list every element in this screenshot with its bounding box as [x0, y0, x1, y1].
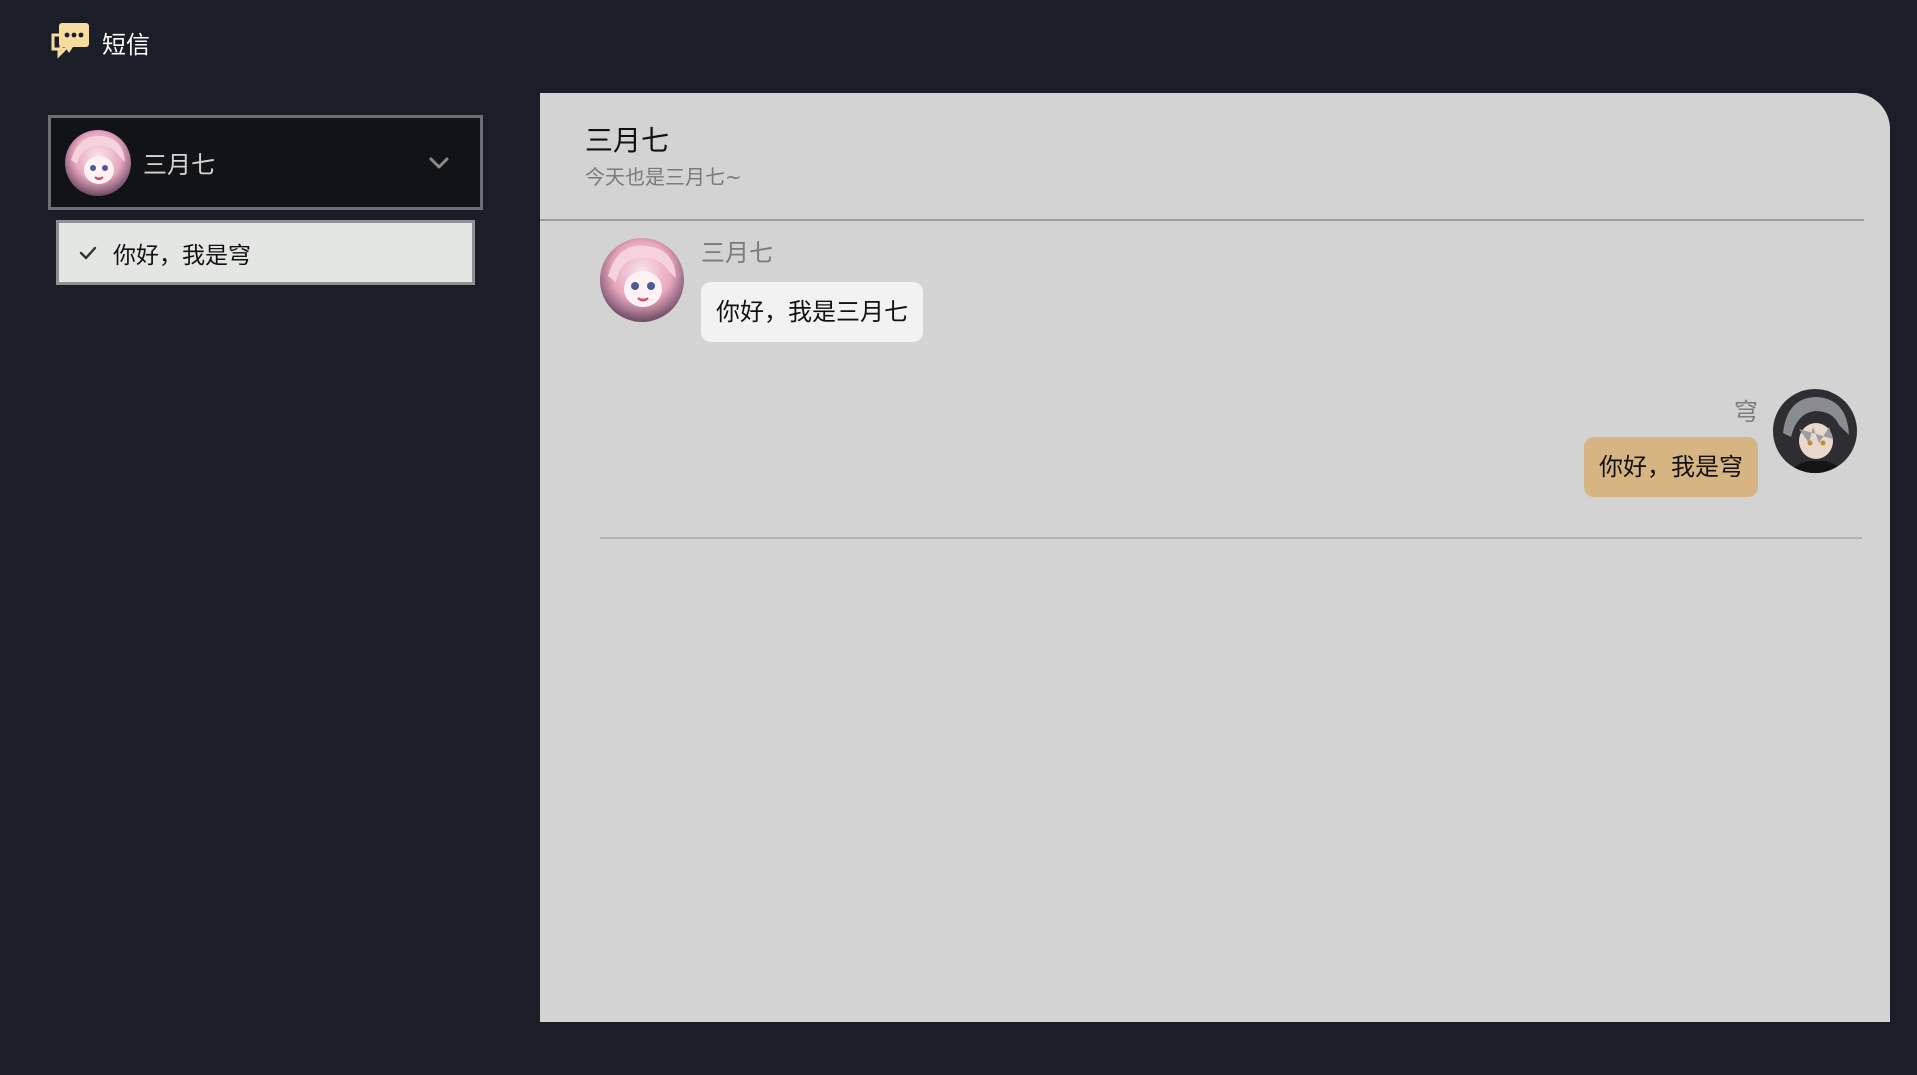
- chat-subtitle: 今天也是三月七~: [585, 165, 742, 189]
- check-icon: [79, 246, 97, 259]
- contact-avatar: [65, 129, 131, 196]
- chat-bubble-icon: [48, 20, 92, 64]
- sender-name: 三月七: [701, 239, 773, 267]
- app-header: 短信: [48, 20, 150, 64]
- message-bubble: 你好，我是穹: [1584, 437, 1758, 497]
- sender-name: 穹: [1734, 398, 1758, 426]
- chat-panel: 三月七 今天也是三月七~ 三月七 你好，我是三月七 穹 你好，我是穹: [540, 93, 1890, 1022]
- selected-contact-name: 三月七: [143, 151, 215, 179]
- player-avatar: [1773, 389, 1857, 473]
- contact-select-dropdown[interactable]: 三月七: [48, 115, 483, 210]
- chevron-down-icon: [429, 157, 449, 169]
- message-bubble: 你好，我是三月七: [701, 282, 923, 342]
- message-outgoing: 穹 你好，我是穹: [1584, 389, 1857, 497]
- chat-title: 三月七: [585, 124, 670, 157]
- reply-option[interactable]: 你好，我是穹: [56, 220, 475, 285]
- reply-option-text: 你好，我是穹: [113, 242, 251, 269]
- message-incoming: 三月七 你好，我是三月七: [600, 238, 923, 342]
- message-end-divider: [600, 537, 1862, 539]
- app-title: 短信: [102, 30, 150, 59]
- chat-header: 三月七 今天也是三月七~: [585, 123, 742, 190]
- header-divider: [540, 219, 1864, 221]
- sender-avatar: [600, 238, 684, 322]
